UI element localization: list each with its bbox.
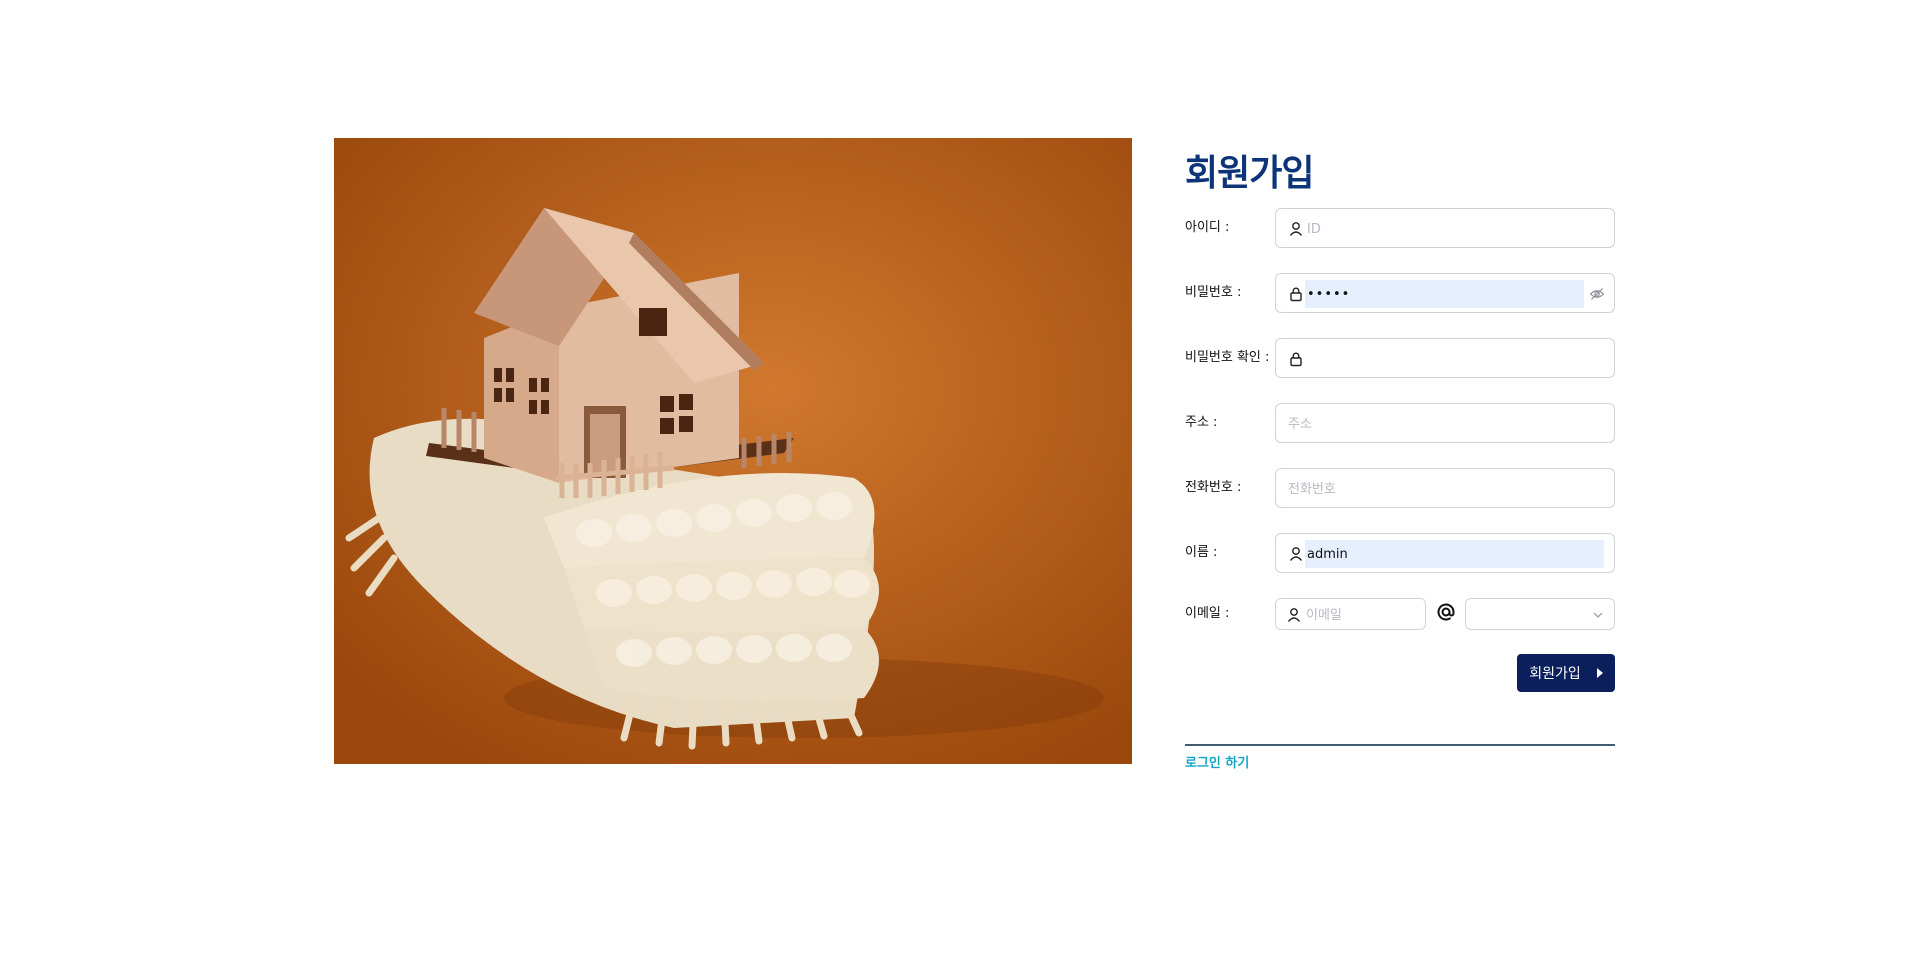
- id-row: 아이디 :: [1185, 208, 1615, 248]
- address-input[interactable]: [1286, 410, 1604, 438]
- phone-label: 전화번호 :: [1185, 480, 1242, 495]
- user-icon: [1287, 608, 1301, 622]
- id-input[interactable]: [1305, 215, 1604, 243]
- address-row: 주소 :: [1185, 403, 1615, 443]
- password-field-box: [1275, 273, 1615, 313]
- caret-right-icon: [1597, 668, 1603, 678]
- password-row: 비밀번호 :: [1185, 273, 1615, 313]
- name-label: 이름 :: [1185, 545, 1218, 560]
- page-title: 회원가입: [1185, 153, 1314, 194]
- email-local-input[interactable]: [1304, 603, 1419, 627]
- password-confirm-field-box: [1275, 338, 1615, 378]
- address-label: 주소 :: [1185, 415, 1218, 430]
- email-local-box: [1275, 598, 1426, 630]
- user-icon: [1289, 547, 1303, 561]
- phone-field-box: [1275, 468, 1615, 508]
- signup-submit-label: 회원가입: [1529, 666, 1581, 682]
- house-on-scarf-illustration: [334, 138, 1132, 764]
- login-link[interactable]: 로그인 하기: [1185, 752, 1249, 771]
- phone-input[interactable]: [1286, 475, 1604, 503]
- user-icon: [1289, 222, 1303, 236]
- email-domain-select[interactable]: [1465, 598, 1615, 630]
- phone-row: 전화번호 :: [1185, 468, 1615, 508]
- address-field-box: [1275, 403, 1615, 443]
- password-confirm-input[interactable]: [1305, 345, 1604, 373]
- name-row: 이름 :: [1185, 533, 1615, 573]
- password-label: 비밀번호 :: [1185, 285, 1242, 300]
- password-confirm-row: 비밀번호 확인 :: [1185, 338, 1615, 378]
- lock-icon: [1290, 287, 1302, 302]
- lock-icon: [1290, 352, 1302, 367]
- hero-image: [334, 138, 1132, 764]
- eye-slash-icon[interactable]: [1589, 286, 1605, 302]
- email-label: 이메일 :: [1185, 606, 1230, 621]
- name-input[interactable]: [1305, 540, 1604, 568]
- email-row: 이메일 :: [1185, 595, 1615, 633]
- password-confirm-label: 비밀번호 확인 :: [1185, 350, 1270, 365]
- id-field-box: [1275, 208, 1615, 248]
- name-field-box: [1275, 533, 1615, 573]
- signup-submit-button[interactable]: 회원가입: [1517, 654, 1615, 692]
- at-sign-icon: [1437, 603, 1455, 621]
- divider: [1185, 744, 1615, 746]
- password-input[interactable]: [1305, 280, 1584, 308]
- chevron-down-icon: [1593, 612, 1603, 618]
- id-label: 아이디 :: [1185, 220, 1230, 235]
